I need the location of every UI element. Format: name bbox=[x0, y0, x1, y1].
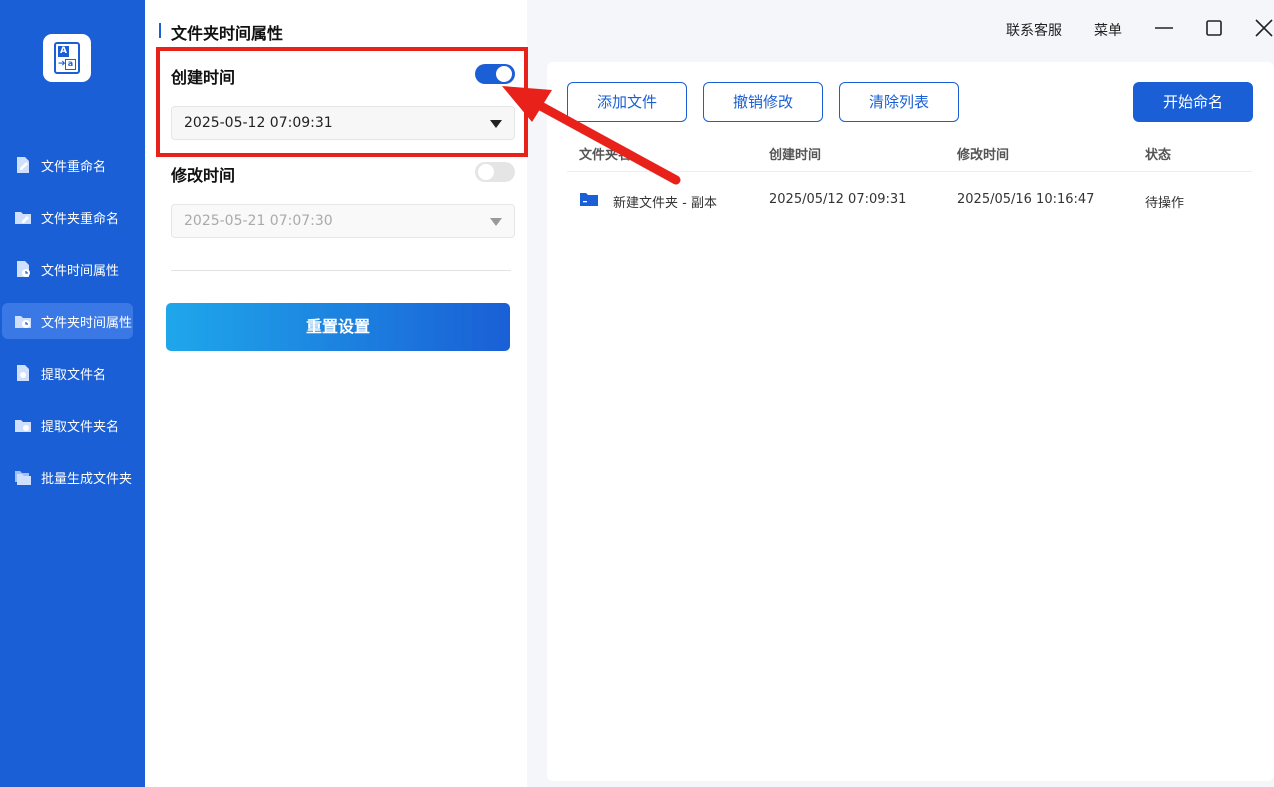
row-modified: 2025/05/16 10:16:47 bbox=[957, 192, 1095, 207]
folder-edit-icon bbox=[14, 208, 32, 226]
column-header-status: 状态 bbox=[1145, 148, 1172, 163]
sidebar-item-batch-folder[interactable]: 批量生成文件夹 bbox=[2, 459, 133, 495]
minimize-button[interactable] bbox=[1150, 14, 1178, 42]
close-icon bbox=[1255, 19, 1273, 37]
logo-icon: A ➔ a bbox=[54, 42, 80, 74]
chevron-down-icon bbox=[490, 120, 502, 128]
settings-panel: 文件夹时间属性 创建时间 2025-05-12 07:09:31 修改时间 20… bbox=[145, 0, 527, 787]
sidebar-item-folder-time[interactable]: 文件夹时间属性 bbox=[2, 303, 133, 339]
maximize-icon bbox=[1206, 20, 1222, 36]
modify-time-toggle[interactable] bbox=[475, 162, 515, 182]
row-status: 待操作 bbox=[1145, 196, 1185, 211]
folder-extract-icon bbox=[14, 416, 32, 434]
table-header-divider bbox=[567, 171, 1252, 172]
file-extract-icon bbox=[14, 364, 32, 382]
add-files-button[interactable]: 添加文件 bbox=[567, 82, 687, 122]
app-logo: A ➔ a bbox=[43, 34, 91, 82]
create-time-select[interactable]: 2025-05-12 07:09:31 bbox=[171, 106, 515, 140]
create-time-label: 创建时间 bbox=[171, 68, 236, 87]
reset-settings-button[interactable]: 重置设置 bbox=[166, 303, 510, 351]
column-header-name: 文件夹名 bbox=[579, 148, 632, 163]
sidebar-item-file-rename[interactable]: 文件重命名 bbox=[2, 147, 133, 183]
chevron-down-icon bbox=[490, 218, 502, 226]
column-header-created: 创建时间 bbox=[769, 148, 822, 163]
create-time-toggle[interactable] bbox=[475, 64, 515, 84]
panel-title: 文件夹时间属性 bbox=[159, 20, 283, 44]
sidebar-item-extract-file[interactable]: 提取文件名 bbox=[2, 355, 133, 391]
support-link[interactable]: 联系客服 bbox=[1006, 20, 1062, 40]
modify-time-value: 2025-05-21 07:07:30 bbox=[184, 213, 333, 229]
sidebar-item-label: 提取文件夹名 bbox=[41, 419, 120, 435]
folder-batch-icon bbox=[14, 468, 32, 486]
sidebar-item-label: 文件夹时间属性 bbox=[41, 315, 133, 331]
divider bbox=[171, 270, 511, 271]
sidebar-item-label: 文件重命名 bbox=[41, 159, 107, 175]
sidebar-item-label: 批量生成文件夹 bbox=[41, 471, 133, 487]
maximize-button[interactable] bbox=[1200, 14, 1228, 42]
row-name: 新建文件夹 - 副本 bbox=[613, 196, 717, 211]
sidebar-item-label: 文件夹重命名 bbox=[41, 211, 120, 227]
undo-button[interactable]: 撤销修改 bbox=[703, 82, 823, 122]
sidebar-item-folder-rename[interactable]: 文件夹重命名 bbox=[2, 199, 133, 235]
clear-list-button[interactable]: 清除列表 bbox=[839, 82, 959, 122]
minimize-icon bbox=[1155, 27, 1173, 29]
sidebar: A ➔ a 文件重命名 文件夹重命名 文件时间属性 文件夹时间属性 提取文件名 bbox=[0, 0, 145, 787]
modify-time-select[interactable]: 2025-05-21 07:07:30 bbox=[171, 204, 515, 238]
folder-icon bbox=[580, 192, 598, 206]
column-header-modified: 修改时间 bbox=[957, 148, 1010, 163]
create-time-value: 2025-05-12 07:09:31 bbox=[184, 115, 333, 131]
close-button[interactable] bbox=[1250, 14, 1274, 42]
sidebar-item-extract-folder[interactable]: 提取文件夹名 bbox=[2, 407, 133, 443]
file-clock-icon bbox=[14, 260, 32, 278]
start-rename-button[interactable]: 开始命名 bbox=[1133, 82, 1253, 122]
file-edit-icon bbox=[14, 156, 32, 174]
row-created: 2025/05/12 07:09:31 bbox=[769, 192, 907, 207]
menu-link[interactable]: 菜单 bbox=[1094, 20, 1122, 40]
folder-clock-icon bbox=[14, 312, 32, 330]
file-list-card: 添加文件 撤销修改 清除列表 开始命名 文件夹名 创建时间 修改时间 状态 新建… bbox=[547, 62, 1274, 781]
modify-time-label: 修改时间 bbox=[171, 166, 236, 185]
sidebar-item-label: 文件时间属性 bbox=[41, 263, 120, 279]
sidebar-item-file-time[interactable]: 文件时间属性 bbox=[2, 251, 133, 287]
sidebar-item-label: 提取文件名 bbox=[41, 367, 107, 383]
